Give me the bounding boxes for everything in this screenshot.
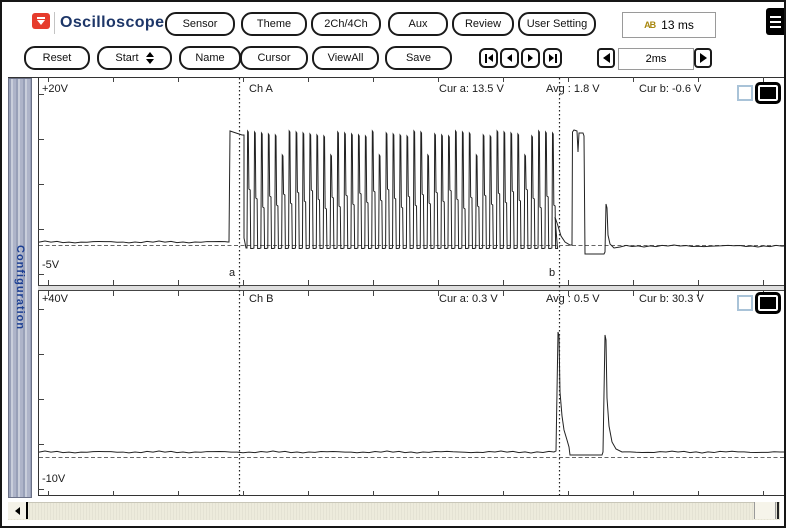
chB-visibility-checkbox[interactable] <box>737 295 753 311</box>
chB-cursor-a-readout: Cur a: 0.3 V <box>439 293 498 305</box>
chA-cursor-b-readout: Cur b: -0.6 V <box>639 83 701 95</box>
cursor-b-label: b <box>549 267 555 279</box>
chB-name-label: Ch B <box>249 293 273 305</box>
cursor-b-line[interactable] <box>556 78 563 495</box>
scroll-left-button[interactable] <box>8 502 28 519</box>
chB-cursor-b-readout: Cur b: 30.3 V <box>639 293 704 305</box>
chA-top-voltage-label: +20V <box>42 83 68 95</box>
chA-cursor-a-readout: Cur a: 13.5 V <box>439 83 504 95</box>
horizontal-scrollbar-thumb[interactable] <box>754 502 776 519</box>
chA-bottom-voltage-label: -5V <box>42 259 59 271</box>
scope-plot-area[interactable] <box>2 2 786 528</box>
cursor-a-label: a <box>229 267 235 279</box>
chB-avg-readout: Avg : 0.5 V <box>546 293 600 305</box>
chB-color-swatch[interactable] <box>755 292 781 314</box>
horizontal-scrollbar-track[interactable] <box>8 502 780 520</box>
oscilloscope-window: Oscilloscope Sensor Theme 2Ch/4Ch Aux Re… <box>0 0 786 528</box>
chB-bottom-voltage-label: -10V <box>42 473 65 485</box>
chA-name-label: Ch A <box>249 83 273 95</box>
chB-top-voltage-label: +40V <box>42 293 68 305</box>
chA-visibility-checkbox[interactable] <box>737 85 753 101</box>
scrollbar-end-cap <box>777 502 779 519</box>
chA-avg-readout: Avg : 1.8 V <box>546 83 600 95</box>
cursor-a-line[interactable] <box>236 78 243 495</box>
chA-color-swatch[interactable] <box>755 82 781 104</box>
